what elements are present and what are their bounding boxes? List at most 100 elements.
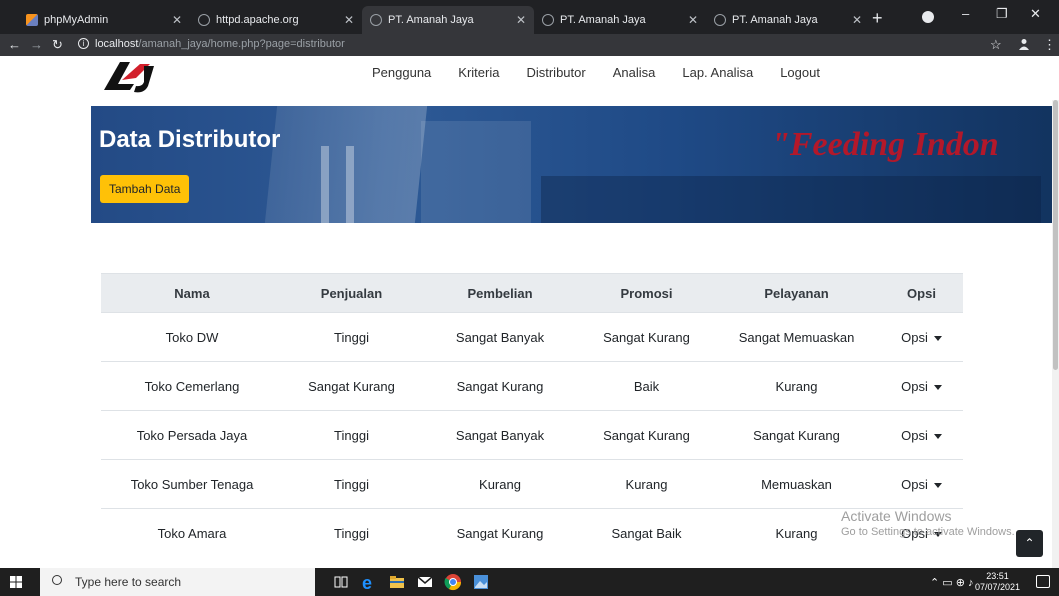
nav-logout[interactable]: Logout	[780, 65, 820, 80]
nav-pengguna[interactable]: Pengguna	[372, 65, 431, 80]
cell-nama: Toko Cemerlang	[101, 361, 283, 411]
nav-distributor[interactable]: Distributor	[526, 65, 585, 80]
edge-browser-icon[interactable]: e	[360, 573, 378, 591]
cell-penjualan: Tinggi	[283, 508, 420, 558]
task-view-icon[interactable]	[332, 573, 350, 591]
nav-lap-analisa[interactable]: Lap. Analisa	[682, 65, 753, 80]
clock-date: 07/07/2021	[975, 582, 1021, 592]
cell-penjualan: Tinggi	[283, 459, 420, 509]
cell-nama: Toko Persada Jaya	[101, 410, 283, 460]
opsi-dropdown[interactable]: Opsi	[880, 312, 963, 362]
page-title: Data Distributor	[99, 126, 281, 153]
tab-amanah-jaya-3[interactable]: PT. Amanah Jaya ✕	[706, 6, 870, 34]
taskbar-clock[interactable]: 23:51 07/07/2021	[975, 571, 1020, 593]
scroll-to-top-button[interactable]: ⌃	[1016, 530, 1043, 557]
close-icon[interactable]: ✕	[344, 13, 354, 27]
opsi-dropdown[interactable]: Opsi	[880, 410, 963, 460]
cell-pembelian: Sangat Kurang	[420, 361, 580, 411]
cell-pelayanan: Sangat Kurang	[713, 410, 880, 460]
nav-analisa[interactable]: Analisa	[613, 65, 656, 80]
windows-start-icon[interactable]	[10, 576, 22, 588]
table-header-row: Nama Penjualan Pembelian Promosi Pelayan…	[101, 273, 963, 313]
tab-apache[interactable]: httpd.apache.org ✕	[190, 6, 362, 34]
search-placeholder: Type here to search	[75, 575, 182, 589]
system-tray-icons[interactable]: ⌃ ▭ ⊕ ♪	[930, 576, 974, 589]
close-icon[interactable]: ✕	[172, 13, 182, 27]
caret-down-icon[interactable]	[933, 384, 942, 390]
col-header-pembelian: Pembelian	[420, 273, 580, 313]
chevron-up-icon: ⌃	[1024, 536, 1035, 550]
col-header-promosi: Promosi	[580, 273, 713, 313]
close-icon[interactable]: ✕	[516, 13, 526, 27]
minimize-icon[interactable]: –	[962, 6, 969, 21]
cell-penjualan: Tinggi	[283, 410, 420, 460]
col-header-opsi: Opsi	[880, 273, 963, 313]
opsi-label[interactable]: Opsi	[901, 428, 928, 443]
cell-promosi: Kurang	[580, 459, 713, 509]
globe-icon	[198, 14, 210, 26]
table-row: Toko DW Tinggi Sangat Banyak Sangat Kura…	[101, 312, 963, 362]
bookmark-star-icon[interactable]: ☆	[990, 37, 1002, 53]
cell-pelayanan: Kurang	[713, 361, 880, 411]
cell-nama: Toko DW	[101, 312, 283, 362]
col-header-nama: Nama	[101, 273, 283, 313]
opsi-label[interactable]: Opsi	[901, 477, 928, 492]
opsi-dropdown[interactable]: Opsi	[880, 361, 963, 411]
new-tab-plus-icon[interactable]: +	[872, 8, 883, 29]
cell-nama: Toko Sumber Tenaga	[101, 459, 283, 509]
chrome-icon[interactable]	[444, 573, 462, 591]
add-data-button[interactable]: Tambah Data	[100, 175, 190, 203]
profile-circle-icon[interactable]	[922, 11, 934, 23]
tab-label: PT. Amanah Jaya	[732, 14, 818, 26]
col-header-pelayanan: Pelayanan	[713, 273, 880, 313]
tab-phpmyadmin[interactable]: phpMyAdmin ✕	[18, 6, 190, 34]
opsi-dropdown[interactable]: Opsi	[880, 459, 963, 509]
tab-amanah-jaya-active[interactable]: PT. Amanah Jaya ✕	[362, 6, 534, 34]
menu-kebab-icon[interactable]: ⋮	[1043, 37, 1056, 53]
forward-arrow-icon[interactable]: →	[30, 37, 43, 52]
caret-down-icon[interactable]	[933, 433, 942, 439]
cell-pelayanan: Sangat Memuaskan	[713, 312, 880, 362]
cell-penjualan: Sangat Kurang	[283, 361, 420, 411]
caret-down-icon[interactable]	[933, 482, 942, 488]
taskbar-search-input[interactable]: Type here to search	[40, 568, 315, 596]
col-header-penjualan: Penjualan	[283, 273, 420, 313]
mail-icon[interactable]	[416, 573, 434, 591]
file-explorer-icon[interactable]	[388, 573, 406, 591]
close-icon[interactable]: ✕	[688, 13, 698, 27]
globe-icon	[370, 14, 382, 26]
tab-label: PT. Amanah Jaya	[560, 14, 646, 26]
page-viewport: Pengguna Kriteria Distributor Analisa La…	[0, 56, 1059, 568]
scrollbar-thumb[interactable]	[1053, 100, 1058, 370]
cell-penjualan: Tinggi	[283, 312, 420, 362]
url-input[interactable]: localhost/amanah_jaya/home.php?page=dist…	[95, 38, 345, 50]
phpmyadmin-icon	[26, 14, 38, 26]
reload-icon[interactable]: ↻	[52, 37, 63, 53]
close-window-icon[interactable]: ✕	[1030, 6, 1041, 22]
account-icon[interactable]	[1018, 38, 1030, 50]
company-logo	[104, 62, 154, 93]
table-row: Toko Sumber Tenaga Tinggi Kurang Kurang …	[101, 459, 963, 509]
table-row: Toko Persada Jaya Tinggi Sangat Banyak S…	[101, 410, 963, 460]
caret-down-icon[interactable]	[933, 335, 942, 341]
photos-icon[interactable]	[472, 573, 490, 591]
table-row: Toko Cemerlang Sangat Kurang Sangat Kura…	[101, 361, 963, 411]
back-arrow-icon[interactable]: ←	[8, 37, 21, 52]
close-icon[interactable]: ✕	[852, 13, 862, 27]
opsi-label[interactable]: Opsi	[901, 379, 928, 394]
page-scrollbar[interactable]	[1052, 100, 1059, 568]
notification-icon[interactable]	[1036, 575, 1050, 588]
distributor-table: Nama Penjualan Pembelian Promosi Pelayan…	[101, 273, 963, 558]
main-nav: Pengguna Kriteria Distributor Analisa La…	[372, 65, 847, 80]
opsi-label[interactable]: Opsi	[901, 330, 928, 345]
nav-kriteria[interactable]: Kriteria	[458, 65, 499, 80]
cell-promosi: Baik	[580, 361, 713, 411]
clock-time: 23:51	[986, 571, 1009, 581]
info-icon[interactable]: i	[78, 38, 89, 49]
cell-pembelian: Kurang	[420, 459, 580, 509]
globe-icon	[542, 14, 554, 26]
globe-icon	[714, 14, 726, 26]
cell-promosi: Sangat Kurang	[580, 410, 713, 460]
restore-icon[interactable]: ❐	[996, 6, 1008, 22]
tab-amanah-jaya-2[interactable]: PT. Amanah Jaya ✕	[534, 6, 706, 34]
